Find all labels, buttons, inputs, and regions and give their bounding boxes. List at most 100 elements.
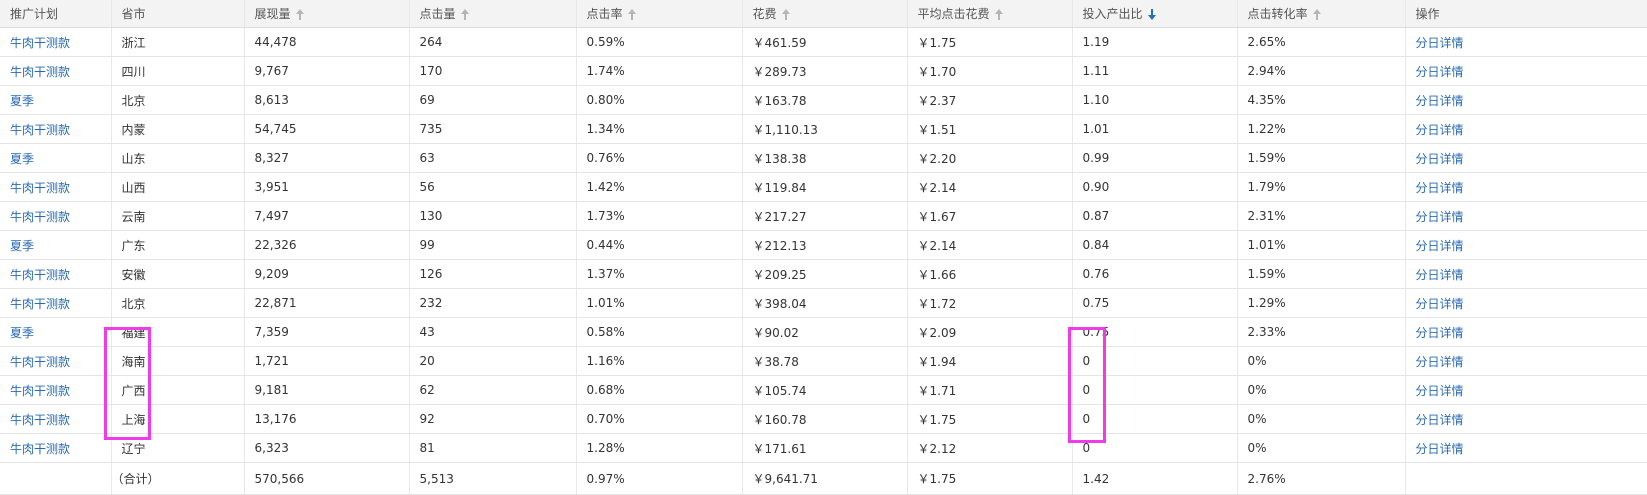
plan-link[interactable]: 牛肉干测款 [10,65,70,79]
sort-icon[interactable] [994,9,1003,20]
daily-detail-link[interactable]: 分日详情 [1416,268,1464,282]
cell-value: ￥1.70 [917,64,957,79]
sort-icon[interactable] [295,9,304,20]
daily-detail-cell[interactable]: 分日详情 [1405,85,1647,115]
daily-detail-cell[interactable]: 分日详情 [1405,201,1647,231]
plan-link[interactable]: 牛肉干测款 [10,413,70,427]
table-cell: 0.75 [1072,288,1238,318]
plan-link-cell[interactable]: 夏季 [0,230,112,260]
plan-link-cell[interactable]: 夏季 [0,85,112,115]
table-cell: 0.68% [576,375,743,405]
table-cell: 99 [409,230,577,260]
plan-link[interactable]: 牛肉干测款 [10,36,70,50]
plan-link[interactable]: 夏季 [10,152,34,166]
table-row: 牛肉干测款 云南 7,497 130 1.73% ￥217.27 ￥1.67 0.87 2.31… [0,201,1647,231]
plan-link[interactable]: 牛肉干测款 [10,181,70,195]
daily-detail-link[interactable]: 分日详情 [1416,384,1464,398]
table-cell: 9,209 [244,259,410,289]
column-header-label: 点击量 [419,7,456,21]
daily-detail-cell[interactable]: 分日详情 [1405,288,1647,318]
plan-link[interactable]: 牛肉干测款 [10,442,70,456]
table-cell: 0.99 [1072,143,1238,173]
plan-link-cell[interactable]: 牛肉干测款 [0,56,112,86]
plan-link-cell[interactable]: 牛肉干测款 [0,114,112,144]
sort-icon[interactable] [627,9,636,20]
plan-link[interactable]: 牛肉干测款 [10,384,70,398]
table-cell: 浙江 [111,27,245,57]
plan-link-cell[interactable]: 牛肉干测款 [0,172,112,202]
column-header-9: 操作 [1405,0,1647,28]
column-header-2[interactable]: 展现量 [244,0,410,28]
daily-detail-link[interactable]: 分日详情 [1416,326,1464,340]
column-header-3[interactable]: 点击量 [409,0,577,28]
plan-link-cell[interactable]: 夏季 [0,317,112,347]
table-cell: 安徽 [111,259,245,289]
table-cell: 63 [409,143,577,173]
daily-detail-cell[interactable]: 分日详情 [1405,143,1647,173]
plan-link-cell[interactable]: 牛肉干测款 [0,259,112,289]
column-header-5[interactable]: 花费 [742,0,908,28]
daily-detail-link[interactable]: 分日详情 [1416,123,1464,137]
plan-link[interactable]: 牛肉干测款 [10,355,70,369]
plan-link[interactable]: 牛肉干测款 [10,210,70,224]
table-cell: 0 [1072,375,1238,405]
cell-value: 1,721 [254,354,289,368]
table-cell: ￥1.67 [907,201,1073,231]
daily-detail-link[interactable]: 分日详情 [1416,181,1464,195]
plan-link-cell[interactable]: 牛肉干测款 [0,433,112,463]
plan-link-cell[interactable]: 牛肉干测款 [0,27,112,57]
daily-detail-link[interactable]: 分日详情 [1416,152,1464,166]
cell-value: 22,326 [254,238,297,252]
sort-icon[interactable] [460,9,469,20]
daily-detail-cell[interactable]: 分日详情 [1405,433,1647,463]
plan-link[interactable]: 牛肉干测款 [10,268,70,282]
daily-detail-link[interactable]: 分日详情 [1416,239,1464,253]
plan-link-cell[interactable]: 牛肉干测款 [0,346,112,376]
plan-link-cell[interactable]: 夏季 [0,143,112,173]
daily-detail-link[interactable]: 分日详情 [1416,413,1464,427]
cell-value: ￥2.20 [917,151,957,166]
daily-detail-link[interactable]: 分日详情 [1416,36,1464,50]
daily-detail-link[interactable]: 分日详情 [1416,442,1464,456]
plan-link-cell[interactable]: 牛肉干测款 [0,201,112,231]
daily-detail-link[interactable]: 分日详情 [1416,65,1464,79]
daily-detail-link[interactable]: 分日详情 [1416,210,1464,224]
column-header-8[interactable]: 点击转化率 [1237,0,1406,28]
column-header-6[interactable]: 平均点击花费 [907,0,1073,28]
cell-value: 0 [1082,354,1091,368]
plan-link[interactable]: 牛肉干测款 [10,123,70,137]
column-header-4[interactable]: 点击率 [576,0,743,28]
daily-detail-cell[interactable]: 分日详情 [1405,346,1647,376]
plan-link-cell[interactable]: 牛肉干测款 [0,404,112,434]
sort-icon[interactable] [781,9,790,20]
report-table: 推广计划 省市 展现量 点击量 点击率 花费 平均点击花费 投入产出比 点击转化率 操作 牛肉干测… [0,0,1647,495]
daily-detail-cell[interactable]: 分日详情 [1405,172,1647,202]
sort-icon[interactable] [1312,9,1321,20]
plan-link[interactable]: 夏季 [10,94,34,108]
daily-detail-cell[interactable]: 分日详情 [1405,27,1647,57]
daily-detail-cell[interactable]: 分日详情 [1405,317,1647,347]
daily-detail-cell[interactable]: 分日详情 [1405,375,1647,405]
daily-detail-cell[interactable]: 分日详情 [1405,259,1647,289]
sort-desc-icon[interactable] [1147,9,1156,20]
plan-link[interactable]: 夏季 [10,239,34,253]
daily-detail-link[interactable]: 分日详情 [1416,355,1464,369]
plan-link[interactable]: 牛肉干测款 [10,297,70,311]
table-cell: ￥1.94 [907,346,1073,376]
table-cell: 56 [409,172,577,202]
daily-detail-link[interactable]: 分日详情 [1416,297,1464,311]
cell-value: 1.16% [586,354,625,368]
cell-value: 1.28% [586,441,625,455]
table-cell: 0% [1237,433,1406,463]
cell-value: 0.84 [1082,238,1110,252]
column-header-7[interactable]: 投入产出比 [1072,0,1238,28]
daily-detail-cell[interactable]: 分日详情 [1405,230,1647,260]
daily-detail-cell[interactable]: 分日详情 [1405,114,1647,144]
daily-detail-cell[interactable]: 分日详情 [1405,56,1647,86]
plan-link-cell[interactable]: 牛肉干测款 [0,288,112,318]
daily-detail-link[interactable]: 分日详情 [1416,94,1464,108]
plan-link[interactable]: 夏季 [10,326,34,340]
table-cell: 0.75 [1072,317,1238,347]
plan-link-cell[interactable]: 牛肉干测款 [0,375,112,405]
daily-detail-cell[interactable]: 分日详情 [1405,404,1647,434]
